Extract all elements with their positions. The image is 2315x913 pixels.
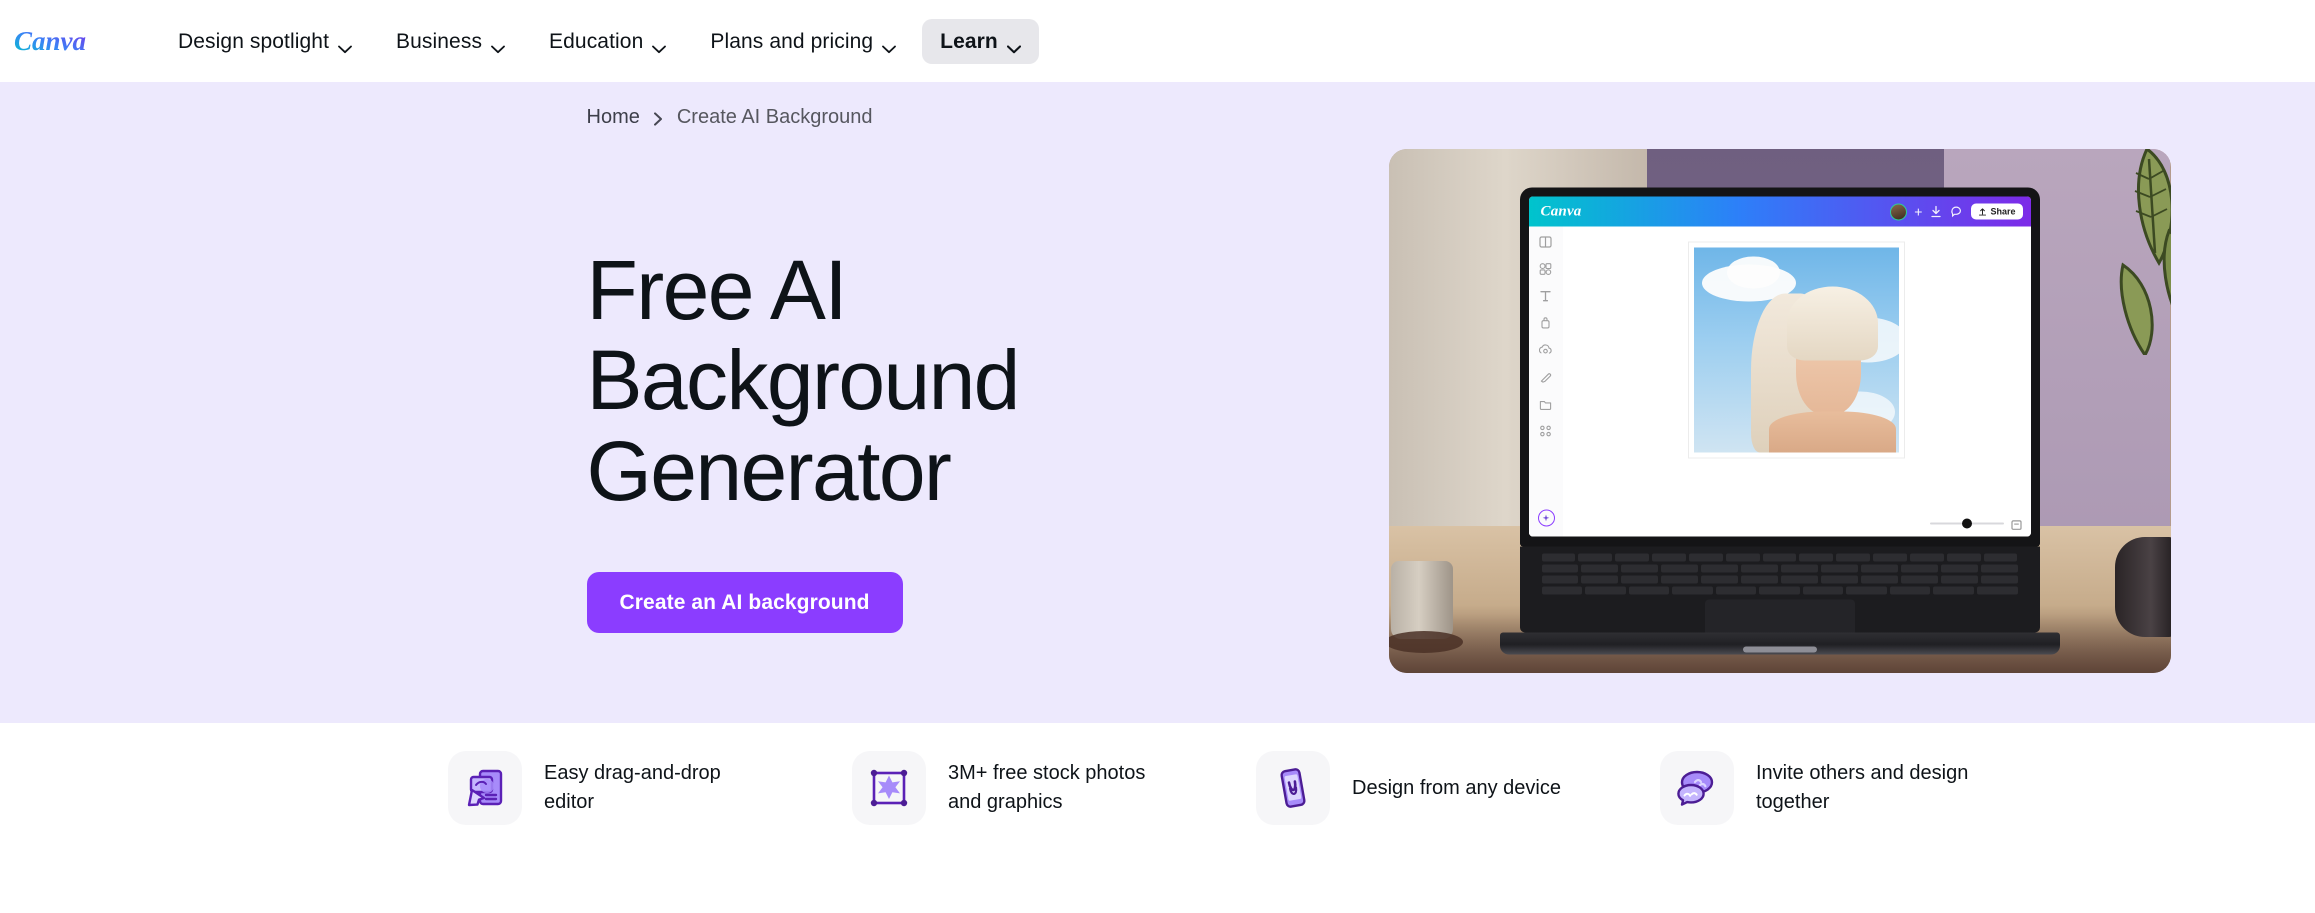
page-title: Free AI Background Generator	[586, 243, 1021, 518]
chevron-down-icon	[652, 37, 667, 53]
nav-item-learn[interactable]: Learn	[922, 18, 1039, 64]
editor-canva-logo[interactable]: Canva	[1541, 203, 1582, 220]
laptop-device: Canva + Share	[1499, 187, 2060, 655]
hero-image-column: Canva + Share	[1388, 127, 2171, 673]
feature-item: 3M+ free stock photos and graphics	[852, 751, 1256, 825]
nav-item-label: Plans and pricing	[710, 29, 874, 53]
portrait-subject	[1751, 286, 1899, 453]
laptop-keyboard	[1519, 546, 2040, 644]
zoom-slider-track[interactable]	[1929, 518, 2004, 529]
chevron-right-icon	[653, 110, 664, 126]
editor-canvas-area	[1563, 227, 2031, 537]
editor-sidebar	[1528, 226, 1563, 537]
hero-section: Home Create AI Background Free AI Backgr…	[0, 82, 2315, 723]
editor-body	[1528, 226, 2031, 537]
comment-icon[interactable]	[1950, 205, 1964, 219]
feature-item: Easy drag-and-drop editor	[448, 751, 852, 825]
breadcrumb: Home Create AI Background	[162, 82, 2154, 127]
mobile-device-icon	[1256, 751, 1330, 825]
shoulder-shape	[1769, 411, 1897, 453]
svg-text:Canva: Canva	[14, 26, 86, 56]
keyboard-row	[1541, 553, 2018, 562]
breadcrumb-current-page: Create AI Background	[676, 106, 873, 128]
editor-top-bar-actions: + Share	[1890, 203, 2023, 221]
cloud-shape	[1726, 256, 1781, 289]
nav-item-education[interactable]: Education	[531, 19, 684, 64]
elements-icon[interactable]	[1539, 263, 1552, 276]
magic-wand-icon[interactable]	[1537, 509, 1555, 527]
breadcrumb-home-link[interactable]: Home	[587, 107, 640, 127]
feature-label: Design from any device	[1352, 776, 1561, 799]
chevron-down-icon	[491, 37, 505, 53]
avatar-icon[interactable]	[1890, 203, 1908, 221]
hero-text-column: Free AI Background Generator Create an A…	[586, 127, 1377, 634]
stock-photos-icon	[852, 751, 926, 825]
nav-item-plans-and-pricing[interactable]: Plans and pricing	[692, 19, 914, 64]
chevron-down-icon	[338, 37, 352, 53]
fit-page-icon[interactable]	[2010, 518, 2022, 531]
laptop-base	[1499, 632, 2060, 655]
nav-item-business[interactable]: Business	[378, 19, 523, 64]
nav-item-label: Education	[549, 29, 644, 53]
share-icon	[1979, 208, 1987, 216]
draw-icon[interactable]	[1539, 371, 1552, 384]
canva-logo[interactable]: Canva	[14, 24, 118, 58]
editor-top-bar: Canva + Share	[1528, 196, 2031, 227]
feature-label: Invite others and design together	[1756, 762, 1969, 813]
canvas-artwork[interactable]	[1689, 242, 1904, 458]
features-row: Easy drag-and-drop editor 3M+ free stock…	[0, 723, 2315, 825]
undo-icon[interactable]	[1929, 205, 1943, 219]
keyboard-row	[1541, 564, 2018, 573]
design-icon[interactable]	[1539, 236, 1552, 249]
projects-icon[interactable]	[1539, 398, 1552, 411]
zoom-slider[interactable]	[1929, 518, 2022, 531]
zoom-slider-knob[interactable]	[1962, 518, 1973, 529]
text-icon[interactable]	[1539, 290, 1552, 303]
laptop-lid: Canva + Share	[1519, 187, 2040, 547]
share-button[interactable]: Share	[1971, 203, 2023, 220]
brand-icon[interactable]	[1539, 317, 1552, 330]
speaker-object	[2114, 537, 2171, 637]
feature-item: Design from any device	[1256, 751, 1660, 825]
nav-item-design-spotlight[interactable]: Design spotlight	[160, 19, 370, 64]
hero-laptop-image: Canva + Share	[1388, 149, 2171, 673]
nav-item-label: Design spotlight	[178, 29, 330, 53]
drag-drop-editor-icon	[448, 751, 522, 825]
hair-top	[1786, 286, 1879, 361]
plus-icon[interactable]: +	[1914, 205, 1922, 219]
chevron-down-icon	[882, 37, 897, 53]
share-button-label: Share	[1990, 206, 2016, 217]
collaborate-icon	[1660, 751, 1734, 825]
nav-items: Design spotlight Business Education Plan…	[160, 18, 1039, 64]
top-navigation-bar: Canva Design spotlight Business Educatio…	[0, 0, 2315, 82]
keyboard-row	[1541, 575, 2018, 584]
nav-item-label: Learn	[940, 29, 998, 53]
keyboard-row	[1541, 586, 2018, 595]
create-ai-background-button[interactable]: Create an AI background	[586, 571, 903, 634]
apps-icon[interactable]	[1539, 425, 1552, 438]
laptop-screen: Canva + Share	[1528, 196, 2031, 537]
chevron-down-icon	[1006, 37, 1021, 53]
mug-object	[1388, 561, 1463, 653]
feature-label: 3M+ free stock photos and graphics	[948, 762, 1146, 813]
feature-label: Easy drag-and-drop editor	[544, 762, 721, 813]
feature-item: Invite others and design together	[1660, 751, 2064, 825]
nav-item-label: Business	[396, 29, 483, 53]
uploads-icon[interactable]	[1538, 344, 1552, 357]
